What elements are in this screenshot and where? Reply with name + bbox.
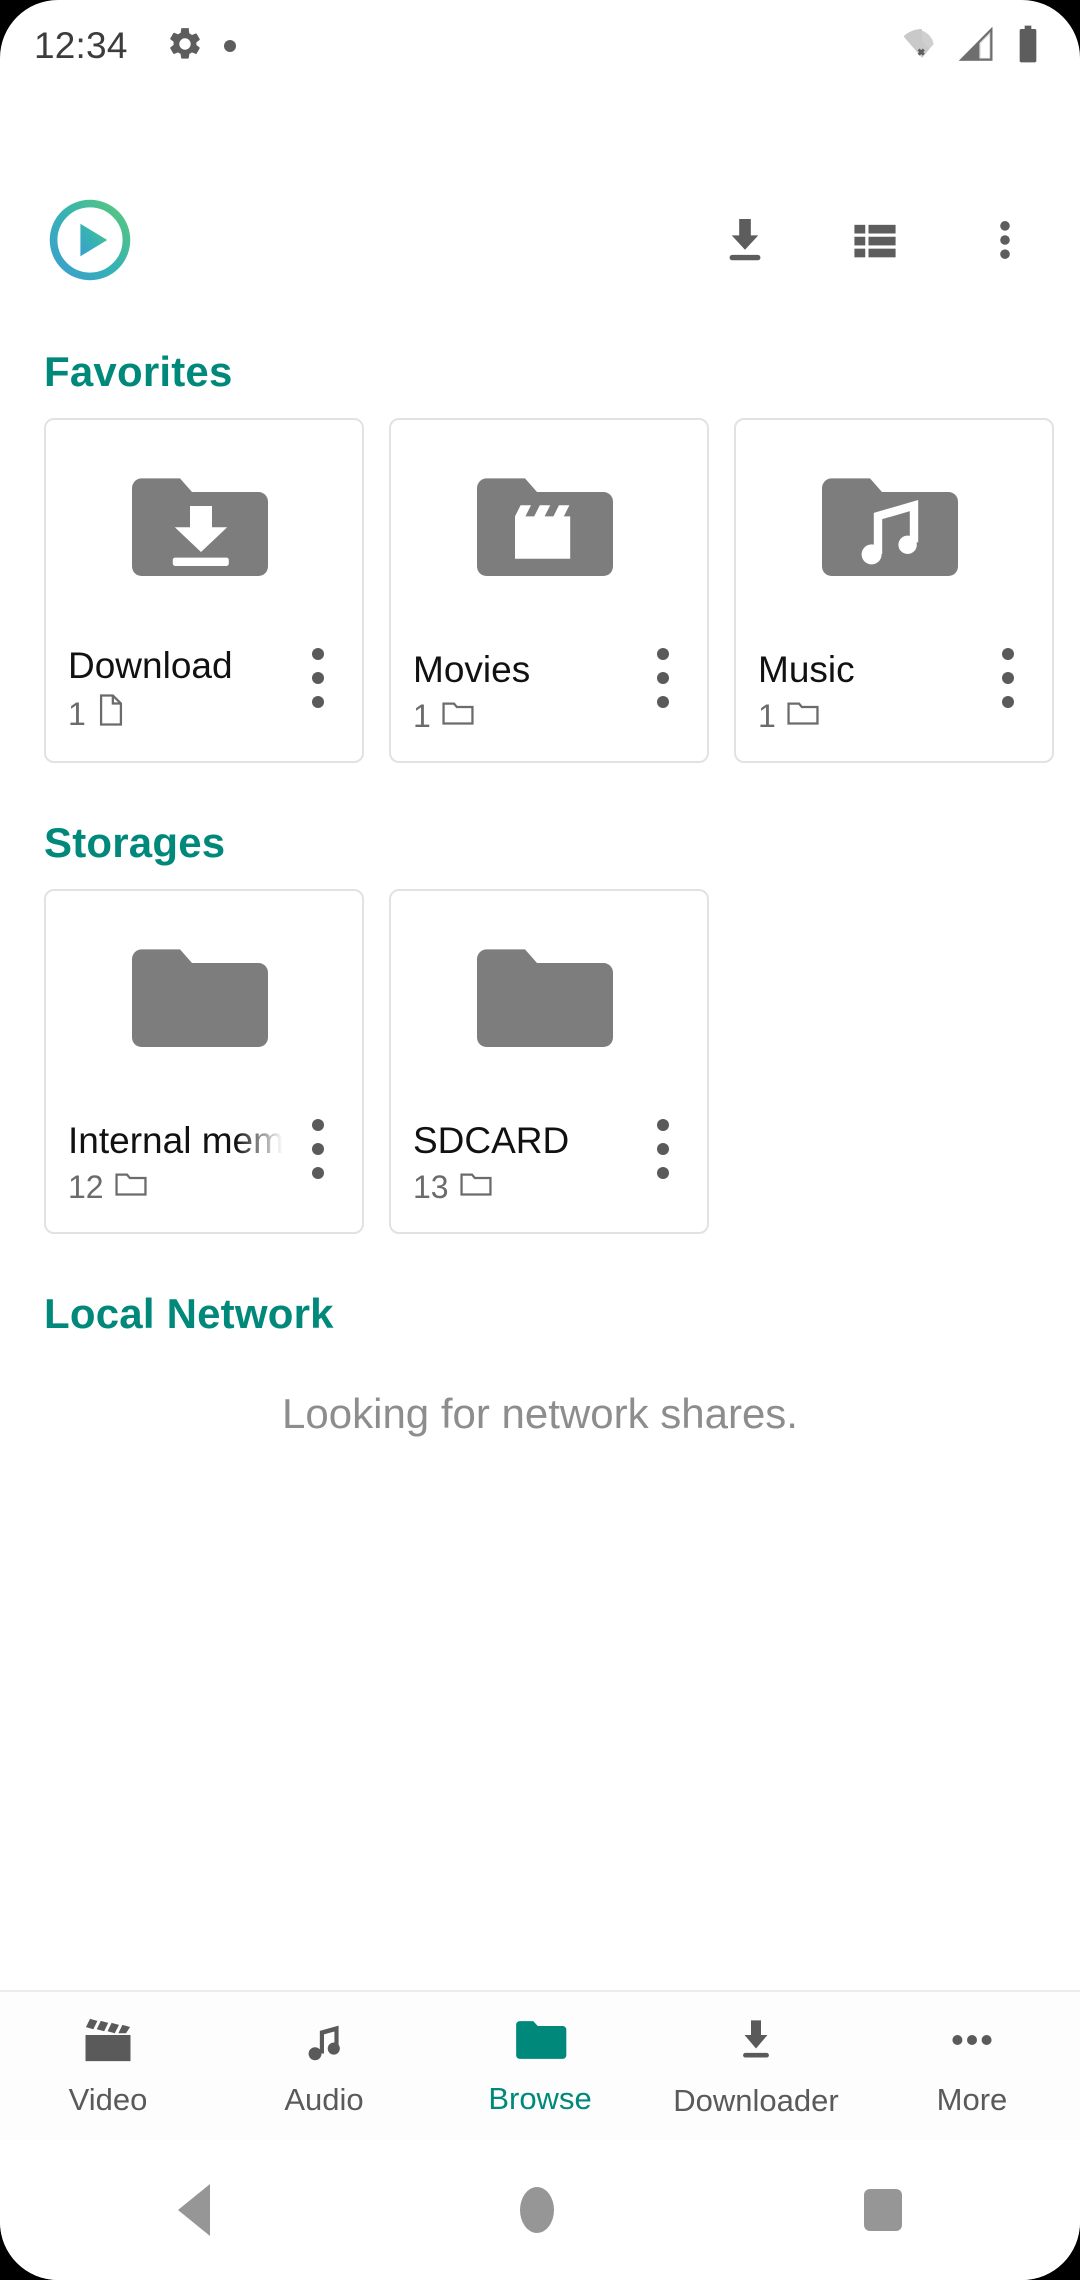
card-title: Download <box>68 646 233 687</box>
card-internal-memory[interactable]: Internal memory 12 <box>44 889 364 1234</box>
cellular-signal-icon <box>956 24 996 69</box>
kebab-dot <box>657 1143 669 1155</box>
list-view-icon[interactable] <box>836 201 914 279</box>
status-bar-clock: 12:34 <box>34 25 128 66</box>
wifi-off-icon <box>902 24 942 69</box>
nav-item-more[interactable]: More <box>864 2015 1080 2118</box>
card-music[interactable]: Music 1 <box>734 418 1054 763</box>
browse-content: Favorites Download 1 Movies 1 Music 1 St… <box>0 292 1080 2140</box>
kebab-dot <box>312 672 324 684</box>
overflow-menu-icon[interactable] <box>966 201 1044 279</box>
kebab-dot <box>312 1119 324 1131</box>
kebab-dot <box>657 696 669 708</box>
folder-movie-icon <box>477 477 613 576</box>
folder-music-icon <box>822 477 958 576</box>
nav-item-downloader[interactable]: Downloader <box>648 2014 864 2119</box>
folder-icon <box>786 697 820 735</box>
home-button[interactable] <box>520 2187 554 2233</box>
android-navigation-bar <box>0 2140 1080 2280</box>
card-thumbnail <box>391 420 707 635</box>
section-title-storages: Storages <box>44 819 226 866</box>
clapperboard-icon <box>81 2015 135 2070</box>
folder-icon <box>477 948 613 1047</box>
kebab-dot <box>657 648 669 660</box>
nav-item-audio[interactable]: Audio <box>216 2015 432 2118</box>
card-download[interactable]: Download 1 <box>44 418 364 763</box>
nav-label: More <box>936 2081 1008 2117</box>
folder-icon <box>459 1168 493 1206</box>
folder-icon <box>513 2016 567 2069</box>
card-sdcard[interactable]: SDCARD 13 <box>389 889 709 1234</box>
card-thumbnail <box>46 891 362 1106</box>
nav-label: Browse <box>488 2080 592 2116</box>
card-movies[interactable]: Movies 1 <box>389 418 709 763</box>
card-title: Internal memory <box>68 1121 283 1162</box>
status-bar-left: 12:34 <box>34 25 902 68</box>
card-count: 12 <box>68 1168 104 1205</box>
network-status-message: Looking for network shares. <box>282 1390 798 1437</box>
kebab-dot <box>1002 696 1014 708</box>
kebab-dot <box>1002 672 1014 684</box>
kebab-dot <box>312 648 324 660</box>
download-icon <box>731 2014 781 2071</box>
nav-label: Audio <box>284 2081 364 2117</box>
ellipsis-icon <box>945 2015 999 2070</box>
recents-button[interactable] <box>864 2189 902 2231</box>
nav-item-video[interactable]: Video <box>0 2015 216 2118</box>
card-thumbnail <box>736 420 1052 635</box>
kebab-dot <box>312 696 324 708</box>
card-overflow-menu-icon[interactable] <box>296 1114 340 1184</box>
app-toolbar <box>0 188 1080 292</box>
card-title: Music <box>758 650 855 691</box>
dot-indicator-icon <box>223 40 236 52</box>
bottom-navigation: Video Audio Browse Downloader More <box>0 1990 1080 2140</box>
folder-icon <box>132 948 268 1047</box>
card-count: 1 <box>413 697 431 734</box>
section-title-favorites: Favorites <box>44 348 233 395</box>
card-thumbnail <box>46 420 362 635</box>
kebab-dot <box>312 1167 324 1179</box>
nav-label: Video <box>68 2081 148 2117</box>
battery-full-icon <box>1010 24 1046 69</box>
nav-label: Downloader <box>673 2082 839 2118</box>
gear-icon <box>166 25 204 68</box>
kebab-dot <box>312 1143 324 1155</box>
card-title: SDCARD <box>413 1121 570 1162</box>
file-icon <box>96 693 126 735</box>
favorites-card-row: Download 1 Movies 1 Music 1 <box>0 418 1080 763</box>
kebab-dot <box>1002 648 1014 660</box>
card-overflow-menu-icon[interactable] <box>296 643 340 713</box>
card-count: 13 <box>413 1168 449 1205</box>
music-note-icon <box>299 2015 349 2070</box>
kebab-dot <box>657 1167 669 1179</box>
folder-icon <box>441 697 475 735</box>
storages-card-row: Internal memory 12 <box>0 889 1080 1234</box>
back-button[interactable] <box>178 2184 210 2236</box>
status-bar: 12:34 <box>0 0 1080 92</box>
download-icon[interactable] <box>706 201 784 279</box>
card-overflow-menu-icon[interactable] <box>641 643 685 713</box>
vlc-cone-play-icon[interactable] <box>44 194 136 286</box>
folder-download-icon <box>132 477 268 576</box>
section-title-local-network: Local Network <box>44 1290 334 1337</box>
card-count: 1 <box>68 695 86 732</box>
card-overflow-menu-icon[interactable] <box>986 643 1030 713</box>
status-bar-right <box>902 24 1046 69</box>
kebab-dot <box>657 672 669 684</box>
nav-item-browse[interactable]: Browse <box>432 2016 648 2117</box>
card-count: 1 <box>758 697 776 734</box>
phone-screen: 12:34 Favorites Download 1 Movies 1 Musi… <box>0 0 1080 2280</box>
folder-icon <box>114 1168 148 1206</box>
card-title: Movies <box>413 650 531 691</box>
card-thumbnail <box>391 891 707 1106</box>
kebab-dot <box>657 1119 669 1131</box>
card-overflow-menu-icon[interactable] <box>641 1114 685 1184</box>
